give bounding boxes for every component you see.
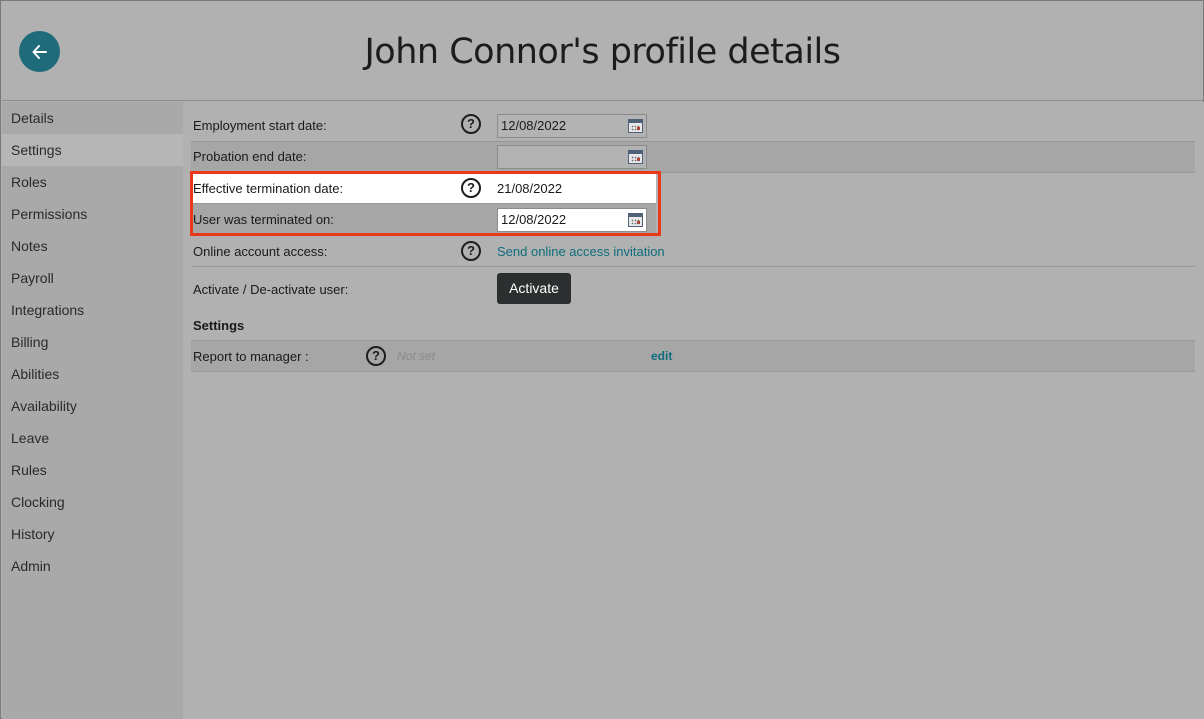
employment-start-row: Employment start date: ? 12/08/2022 [191,111,1195,142]
sidebar-item-admin[interactable]: Admin [2,550,183,582]
edit-manager-link[interactable]: edit [651,349,672,363]
app-window: John Connor's profile details Details Se… [0,0,1204,719]
sidebar-item-notes[interactable]: Notes [2,230,183,262]
sidebar-item-clocking[interactable]: Clocking [2,486,183,518]
probation-end-row: Probation end date: [191,142,1195,173]
activate-label: Activate / De-activate user: [193,282,349,297]
probation-end-input[interactable] [497,145,647,169]
report-to-manager-row: Report to manager : ? Not set edit [191,340,1195,372]
effective-termination-label: Effective termination date: [193,181,344,196]
report-to-manager-label: Report to manager : [193,349,309,364]
online-access-label: Online account access: [193,244,328,259]
sidebar-item-roles[interactable]: Roles [2,166,183,198]
sidebar-item-leave[interactable]: Leave [2,422,183,454]
help-icon[interactable]: ? [461,241,481,261]
sidebar-item-abilities[interactable]: Abilities [2,358,183,390]
effective-termination-value: 21/08/2022 [497,181,563,196]
probation-end-label: Probation end date: [193,149,307,164]
terminated-on-input[interactable]: 12/08/2022 [497,208,647,232]
employment-start-input[interactable]: 12/08/2022 [497,114,647,138]
settings-heading: Settings [193,318,245,333]
calendar-icon[interactable] [628,150,643,164]
sidebar-item-availability[interactable]: Availability [2,390,183,422]
profile-settings-panel: Employment start date: ? 12/08/2022 Prob… [183,102,1204,719]
online-access-row: Online account access: ? Send online acc… [191,236,1195,267]
employment-start-value: 12/08/2022 [501,118,567,133]
sidebar-item-payroll[interactable]: Payroll [2,262,183,294]
employment-start-label: Employment start date: [193,118,327,133]
sidebar-item-rules[interactable]: Rules [2,454,183,486]
sidebar-item-history[interactable]: History [2,518,183,550]
terminated-on-row: User was terminated on: 12/08/2022 [191,204,656,236]
page-header: John Connor's profile details [2,2,1203,101]
sidebar-item-details[interactable]: Details [2,102,183,134]
report-to-manager-value: Not set [397,349,436,363]
sidebar: Details Settings Roles Permissions Notes… [2,102,183,719]
calendar-icon[interactable] [628,213,643,227]
sidebar-item-settings[interactable]: Settings [2,134,183,166]
sidebar-item-billing[interactable]: Billing [2,326,183,358]
page-title: John Connor's profile details [364,32,841,72]
activate-button[interactable]: Activate [497,273,571,304]
terminated-on-label: User was terminated on: [193,212,334,227]
help-icon[interactable]: ? [461,178,481,198]
sidebar-item-permissions[interactable]: Permissions [2,198,183,230]
sidebar-item-integrations[interactable]: Integrations [2,294,183,326]
activate-row: Activate / De-activate user: Activate [191,267,1195,311]
help-icon[interactable]: ? [366,346,386,366]
send-invitation-link[interactable]: Send online access invitation [497,244,665,259]
calendar-icon[interactable] [628,119,643,133]
help-icon[interactable]: ? [461,114,481,134]
effective-termination-row: Effective termination date: ? 21/08/2022 [191,173,656,204]
terminated-on-value: 12/08/2022 [501,212,567,227]
